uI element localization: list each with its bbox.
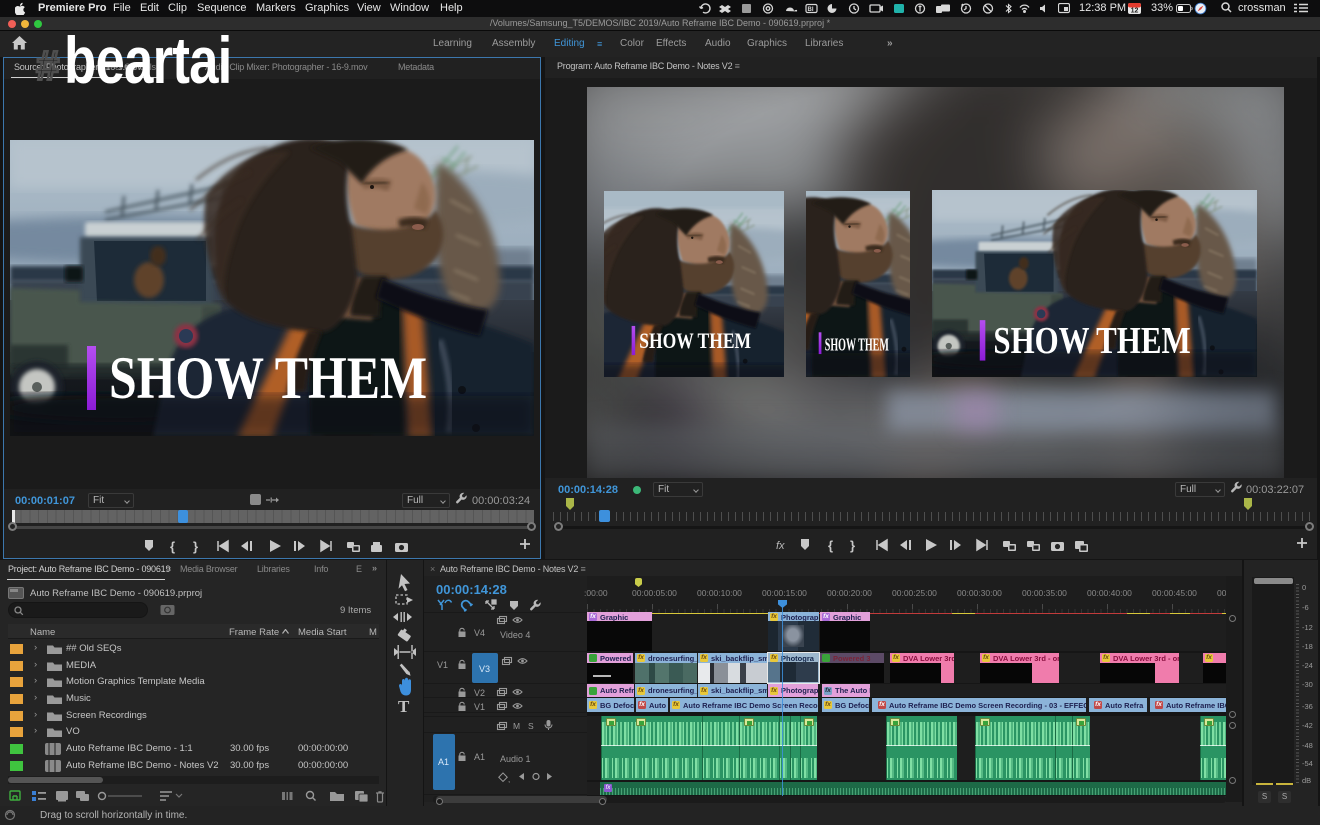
svg-text:Audio 1: Audio 1 — [500, 754, 531, 764]
svg-text:SHOW THEM: SHOW THEM — [825, 334, 889, 354]
svg-text:M: M — [513, 721, 520, 731]
svg-text:V1: V1 — [437, 660, 448, 670]
svg-text:fx: fx — [776, 540, 785, 552]
svg-text:SHOW THEM: SHOW THEM — [639, 327, 751, 352]
svg-text:}: } — [850, 538, 855, 553]
svg-text:V1: V1 — [474, 702, 485, 712]
svg-text:S: S — [528, 721, 534, 731]
svg-text:V4: V4 — [474, 628, 485, 638]
svg-text:{: { — [170, 539, 175, 554]
svg-text:}: } — [193, 539, 198, 554]
svg-text:{: { — [828, 538, 833, 553]
svg-text:Video 4: Video 4 — [500, 630, 530, 640]
svg-text:V3: V3 — [479, 664, 490, 674]
svg-text:A1: A1 — [438, 757, 449, 767]
svg-text:,: , — [508, 775, 510, 784]
svg-text:T: T — [398, 697, 410, 716]
svg-text:V2: V2 — [474, 688, 485, 698]
svg-text:A1: A1 — [474, 752, 485, 762]
svg-text:BI: BI — [808, 7, 814, 13]
svg-text:12: 12 — [1131, 8, 1139, 15]
